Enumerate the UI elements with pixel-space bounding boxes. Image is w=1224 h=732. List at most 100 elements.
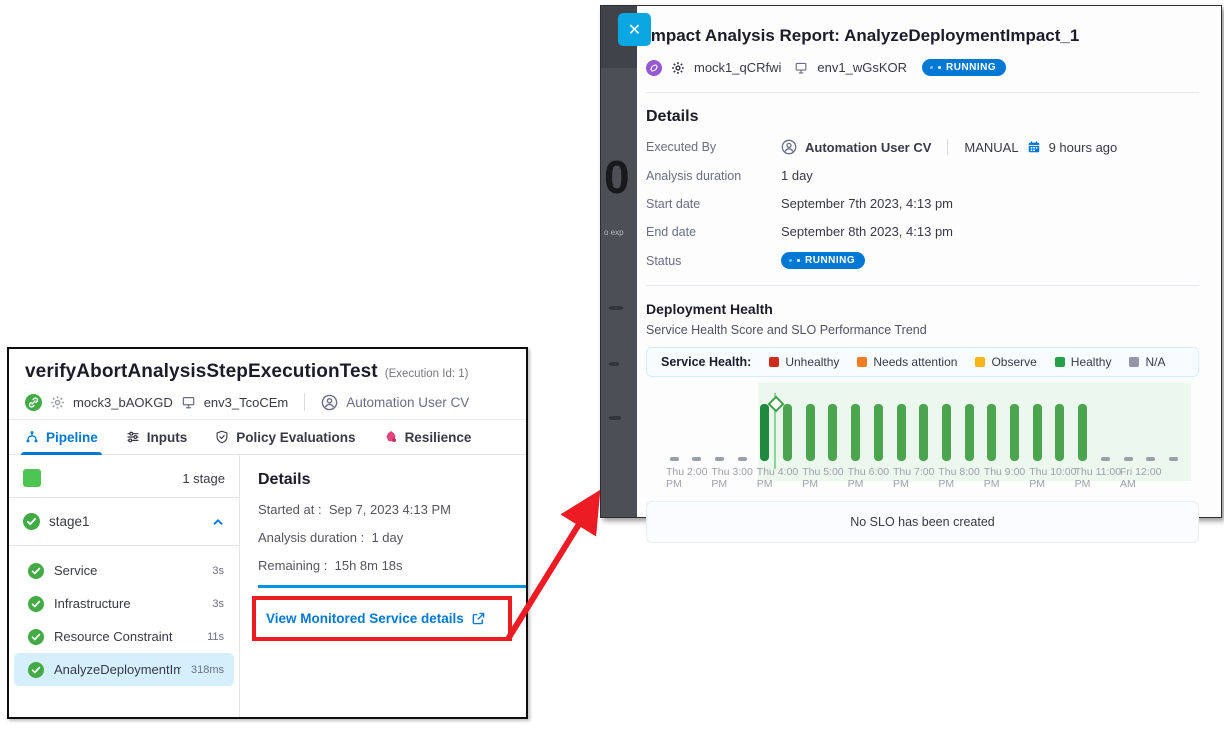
legend-swatch <box>1129 357 1139 367</box>
inputs-icon <box>126 430 140 444</box>
stage-count: 1 stage <box>182 471 225 486</box>
check-circle-icon <box>28 563 44 579</box>
health-score-bar <box>1078 404 1087 461</box>
step-row[interactable]: AnalyzeDeploymentIm...318ms <box>14 653 234 686</box>
health-score-bar <box>965 404 974 461</box>
view-monitored-service-link[interactable]: View Monitored Service details <box>266 611 486 626</box>
details-heading: Details <box>646 108 1199 126</box>
legend-label: Unhealthy <box>785 355 839 369</box>
execution-id: (Execution Id: 1) <box>385 368 469 380</box>
tab-policy-evaluations[interactable]: Policy Evaluations <box>215 420 355 454</box>
remaining-line: Remaining : 15h 8m 18s <box>258 558 526 573</box>
tab-pipeline[interactable]: Pipeline <box>25 420 98 454</box>
no-data-dash <box>715 457 724 461</box>
running-dots-icon <box>938 66 941 69</box>
tab-label: Resilience <box>405 430 472 445</box>
tab-label: Pipeline <box>46 430 98 445</box>
analysis-duration-row: Analysis duration 1 day <box>646 168 1199 183</box>
step-label: Infrastructure <box>54 596 202 611</box>
health-score-bar <box>1033 404 1042 461</box>
no-data-dash <box>670 457 679 461</box>
pipeline-icon <box>25 430 39 444</box>
stage-row[interactable]: stage1 <box>9 498 239 545</box>
start-date-row: Start date September 7th 2023, 4:13 pm <box>646 196 1199 211</box>
analysis-duration-value: 1 day <box>781 168 813 183</box>
status-badge: RUNNING <box>922 59 1006 76</box>
status-badge: RUNNING <box>781 252 865 269</box>
health-score-chart: Thu 2:00PMThu 3:00PMThu 4:00PMThu 5:00PM… <box>646 381 1199 491</box>
started-at-value: Sep 7, 2023 4:13 PM <box>329 502 451 517</box>
slo-note-text: No SLO has been created <box>850 515 995 529</box>
step-duration: 3s <box>212 598 224 610</box>
executed-by-user: Automation User CV <box>346 395 469 410</box>
report-meta-row: mock1_qCRfwi env1_wGsKOR RUNNING <box>646 59 1199 76</box>
step-row[interactable]: Infrastructure 3s <box>14 587 234 620</box>
legend-item: Observe <box>975 355 1036 369</box>
no-data-dash <box>738 457 747 461</box>
environment-name: env1_wGsKOR <box>817 60 907 75</box>
legend-label: N/A <box>1145 355 1165 369</box>
check-circle-icon <box>28 629 44 645</box>
chevron-up-icon[interactable] <box>211 515 225 529</box>
analysis-duration-line: Analysis duration : 1 day <box>258 530 526 545</box>
legend-label: Needs attention <box>873 355 957 369</box>
legend-item: N/A <box>1129 355 1165 369</box>
deployment-health-heading: Deployment Health <box>646 301 1199 317</box>
running-dots-icon <box>930 66 933 69</box>
close-button[interactable]: ✕ <box>618 13 651 46</box>
resilience-icon <box>384 430 398 444</box>
step-row[interactable]: Resource Constraint 11s <box>14 620 234 653</box>
background-page-fragment <box>609 416 621 420</box>
health-score-bar <box>1010 404 1019 461</box>
annotation-highlight-box: View Monitored Service details <box>252 596 512 641</box>
legend-swatch <box>769 357 779 367</box>
status-row: Status RUNNING <box>646 252 1199 269</box>
legend-item: Needs attention <box>857 355 957 369</box>
close-icon: ✕ <box>628 20 641 40</box>
step-row[interactable]: Service3s <box>14 554 234 587</box>
health-score-bar <box>942 404 951 461</box>
legend-label: Healthy <box>1071 355 1112 369</box>
service-health-icon <box>646 60 662 76</box>
report-title: Impact Analysis Report: AnalyzeDeploymen… <box>646 26 1199 46</box>
running-dots-icon <box>789 259 792 262</box>
environment-name: env3_TcoCEm <box>204 395 289 410</box>
health-score-bar <box>919 404 928 461</box>
stage-status-square <box>23 469 41 487</box>
tab-inputs[interactable]: Inputs <box>126 420 188 454</box>
external-link-icon <box>471 611 486 626</box>
execution-title: verifyAbortAnalysisStepExecutionTest <box>25 361 378 383</box>
running-dots-icon <box>797 259 800 262</box>
tab-resilience[interactable]: Resilience <box>384 420 472 454</box>
tabs: Pipeline Inputs Policy Evaluations Resilien… <box>9 419 526 455</box>
health-score-bar <box>897 404 906 461</box>
legend-swatch <box>975 357 985 367</box>
user-icon <box>781 139 797 155</box>
dimmed-background-strip: 0 o exp <box>601 6 637 517</box>
step-duration: 11s <box>207 631 224 643</box>
execution-header: verifyAbortAnalysisStepExecutionTest (Ex… <box>9 349 526 419</box>
gear-icon <box>671 61 685 75</box>
health-score-bar <box>874 404 883 461</box>
mock-service-name: mock1_qCRfwi <box>694 60 781 75</box>
health-score-bar <box>828 404 837 461</box>
step-label: Resource Constraint <box>54 629 197 644</box>
background-page-fragment: o exp <box>604 228 624 237</box>
screenshot-canvas: verifyAbortAnalysisStepExecutionTest (Ex… <box>0 0 1224 732</box>
start-date-value: September 7th 2023, 4:13 pm <box>781 196 953 211</box>
environment-icon <box>181 395 196 410</box>
step-details-panel: Details Started at : Sep 7, 2023 4:13 PM… <box>240 455 526 717</box>
background-page-fragment <box>609 306 623 310</box>
environment-icon <box>794 61 808 75</box>
divider <box>646 92 1199 93</box>
x-tick-label: Fri 12:00AM <box>1120 466 1182 490</box>
check-circle-icon <box>23 513 40 530</box>
stage-name: stage1 <box>49 514 202 529</box>
no-data-dash <box>1101 457 1110 461</box>
divider <box>646 285 1199 286</box>
health-score-bar <box>851 404 860 461</box>
legend-title: Service Health: <box>661 355 751 369</box>
success-status-icon <box>25 394 42 411</box>
health-score-bar <box>987 404 996 461</box>
no-data-dash <box>1124 457 1133 461</box>
